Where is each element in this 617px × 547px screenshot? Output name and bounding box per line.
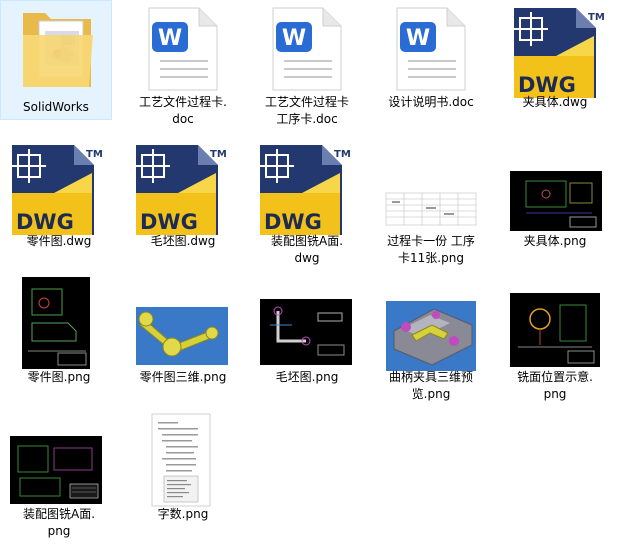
file-name: 夹具体.png	[523, 234, 587, 248]
file-name: 铣面位置示意. png	[517, 370, 593, 401]
svg-text:TM: TM	[86, 149, 103, 160]
file-item-dwg[interactable]: DWG TM 夹具体.dwg	[496, 0, 614, 132]
dwg-file-icon: DWG TM	[496, 0, 614, 100]
svg-text:TM: TM	[210, 149, 227, 160]
file-name: SolidWorks	[23, 100, 89, 114]
file-item-dwg[interactable]: DWG TM 零件图.dwg	[0, 139, 118, 271]
svg-text:DWG: DWG	[140, 210, 198, 234]
svg-text:W: W	[406, 26, 430, 51]
file-name: 装配图铣A面. dwg	[270, 234, 344, 265]
file-item-png[interactable]: 过程卡一份 工序 卡11张.png	[372, 139, 490, 271]
file-name: 曲柄夹具三维预 览.png	[388, 370, 473, 401]
file-item-png[interactable]: 零件图.png	[0, 275, 118, 407]
table-image-thumbnail	[372, 139, 490, 239]
3d-part-thumbnail	[124, 275, 242, 375]
file-name: 毛坯图.png	[275, 370, 339, 384]
file-item-png[interactable]: 毛坯图.png	[248, 275, 366, 407]
file-item-png[interactable]: 铣面位置示意. png	[496, 275, 614, 407]
file-name: 零件图.dwg	[26, 234, 92, 248]
file-item-png[interactable]: 字数.png	[124, 412, 242, 544]
cad-drawing-thumbnail	[0, 412, 118, 512]
svg-text:DWG: DWG	[264, 210, 322, 234]
file-name: 装配图铣A面. png	[22, 507, 96, 538]
file-item-doc[interactable]: W 设计说明书.doc	[372, 0, 490, 132]
dwg-file-icon: DWG TM	[124, 139, 242, 239]
document-screenshot-thumbnail	[124, 412, 242, 512]
file-item-doc[interactable]: W 工艺文件过程卡. doc	[124, 0, 242, 132]
file-item-png[interactable]: 曲柄夹具三维预 览.png	[372, 275, 490, 407]
file-name: 设计说明书.doc	[388, 95, 474, 109]
svg-text:TM: TM	[334, 149, 351, 160]
file-item-dwg[interactable]: DWG TM 装配图铣A面. dwg	[248, 139, 366, 271]
file-item-png[interactable]: 夹具体.png	[496, 139, 614, 271]
3d-fixture-thumbnail	[372, 275, 490, 375]
folder-icon	[1, 1, 119, 101]
word-document-icon: W	[248, 0, 366, 100]
file-item-dwg[interactable]: DWG TM 毛坯图.dwg	[124, 139, 242, 271]
cad-drawing-thumbnail	[0, 275, 118, 375]
file-item-png[interactable]: 零件图三维.png	[124, 275, 242, 407]
dwg-file-icon: DWG TM	[0, 139, 118, 239]
file-name: 零件图.png	[27, 370, 91, 384]
file-name: 工艺文件过程卡. doc	[139, 95, 227, 126]
file-name: 过程卡一份 工序 卡11张.png	[387, 234, 475, 265]
svg-text:DWG: DWG	[16, 210, 74, 234]
file-name: 字数.png	[157, 507, 209, 521]
file-name: 工艺文件过程卡 工序卡.doc	[264, 95, 349, 126]
cad-drawing-thumbnail	[248, 275, 366, 375]
file-name: 毛坯图.dwg	[150, 234, 216, 248]
file-item-doc[interactable]: W 工艺文件过程卡 工序卡.doc	[248, 0, 366, 132]
word-document-icon: W	[124, 0, 242, 100]
word-document-icon: W	[372, 0, 490, 100]
svg-text:W: W	[282, 26, 306, 51]
cad-drawing-thumbnail	[496, 139, 614, 239]
file-name: 零件图三维.png	[139, 370, 227, 384]
file-item-png[interactable]: 装配图铣A面. png	[0, 412, 118, 544]
file-name: 夹具体.dwg	[522, 95, 588, 109]
dwg-file-icon: DWG TM	[248, 139, 366, 239]
svg-text:W: W	[158, 26, 182, 51]
cad-drawing-thumbnail	[496, 275, 614, 375]
file-item-solidworks-folder[interactable]: SolidWorks	[0, 0, 112, 120]
svg-text:TM: TM	[588, 12, 605, 23]
